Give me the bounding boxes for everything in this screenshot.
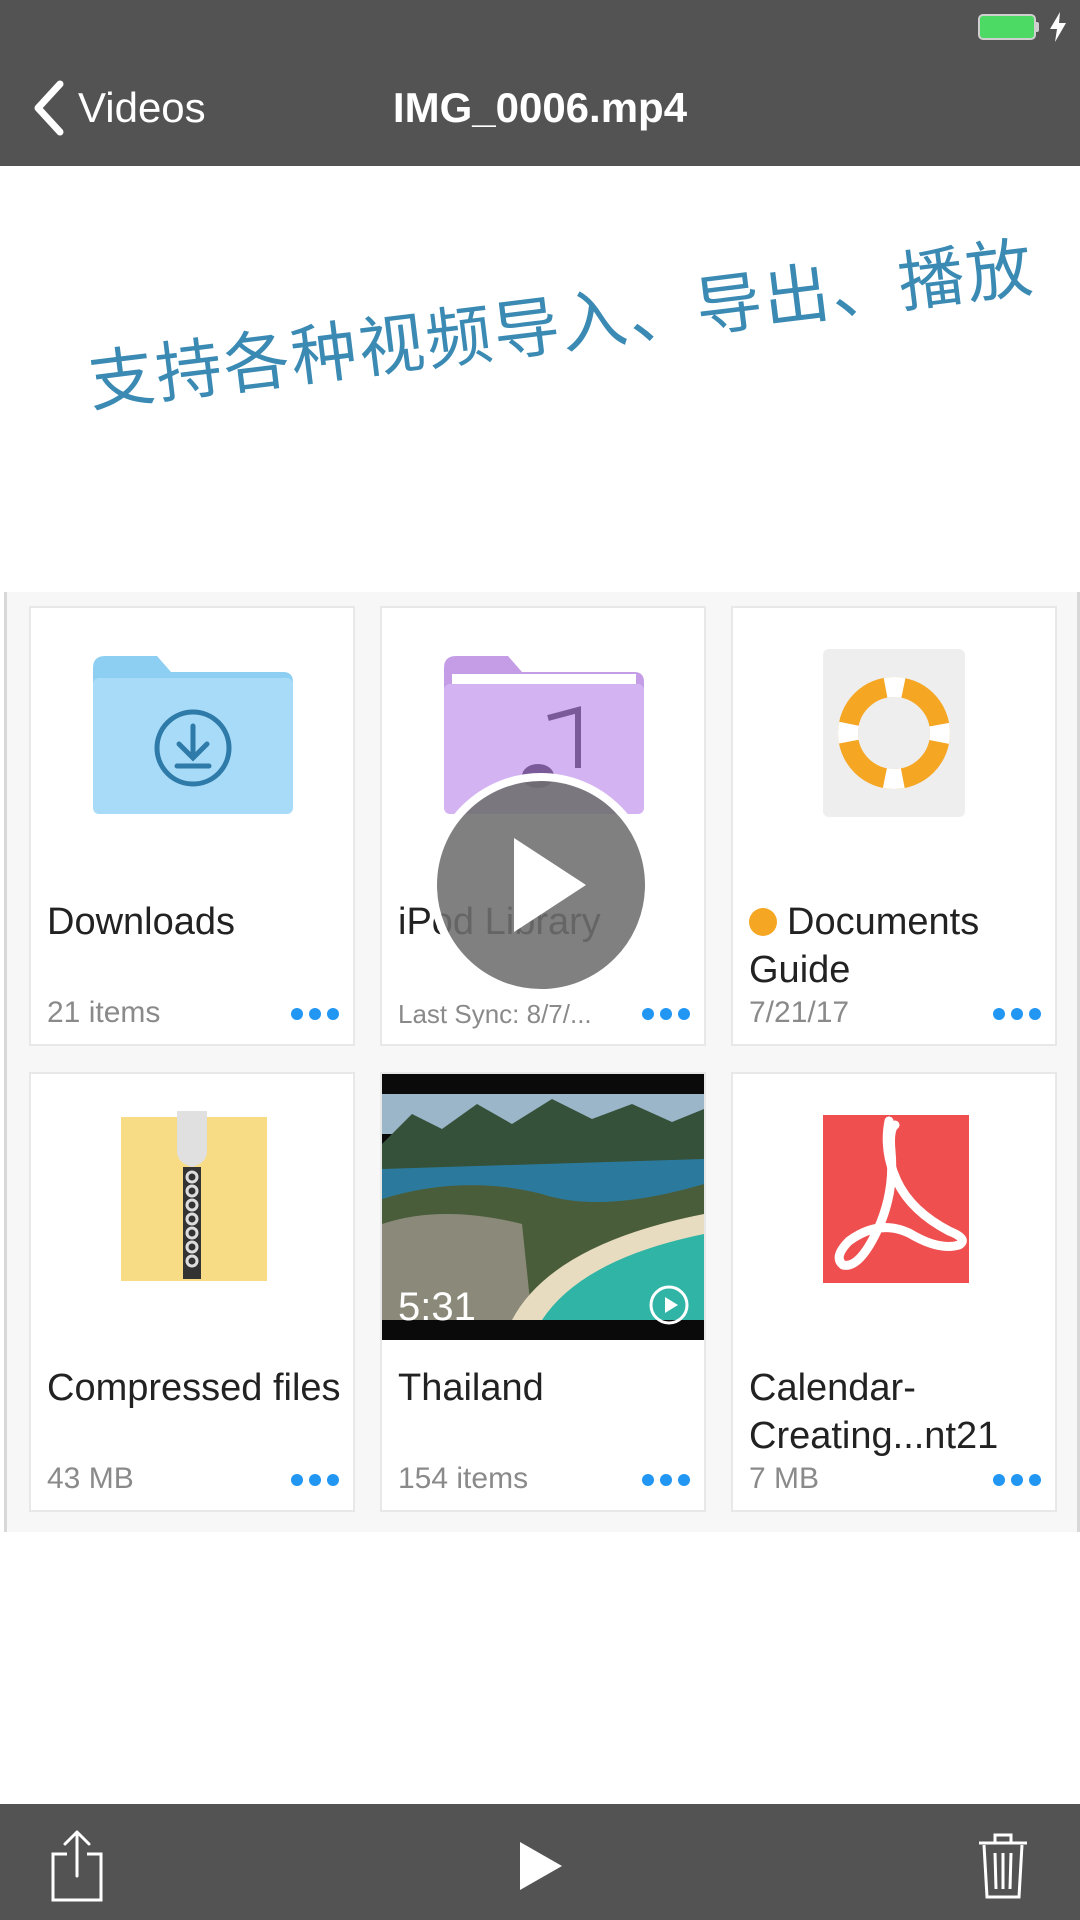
navigation-bar: Videos IMG_0006.mp4 [0, 0, 1080, 166]
file-subtitle: 43 MB [47, 1462, 134, 1495]
file-name: Thailand [398, 1367, 544, 1409]
bottom-toolbar [0, 1804, 1080, 1920]
file-card-thailand[interactable]: 5:31 Thailand 154 items [380, 1072, 706, 1512]
pdf-icon [823, 1115, 969, 1283]
page-title: IMG_0006.mp4 [392, 84, 688, 131]
file-card-documents-guide[interactable]: Documents Guide 7/21/17 [731, 606, 1057, 1046]
file-subtitle: 21 items [47, 996, 161, 1029]
file-name: Compressed files [47, 1367, 341, 1409]
more-options-icon[interactable] [993, 1008, 1041, 1022]
video-thumbnail: 5:31 [382, 1074, 704, 1340]
file-subtitle: 7 MB [749, 1462, 820, 1495]
downloads-folder-icon [93, 656, 293, 814]
file-name: Calendar-Creating...nt21 [749, 1367, 999, 1457]
tag-dot [749, 908, 777, 936]
more-options-icon[interactable] [993, 1474, 1041, 1488]
battery-icon [978, 14, 1039, 40]
file-name: Downloads [47, 901, 235, 943]
file-card-downloads[interactable]: Downloads 21 items [29, 606, 355, 1046]
more-options-icon[interactable] [642, 1008, 690, 1022]
promo-caption: 支持各种视频导入、导出、播放 [83, 229, 1039, 422]
file-subtitle: Last Sync: 8/7/... [398, 999, 592, 1029]
more-options-icon[interactable] [642, 1474, 690, 1488]
file-grid: Downloads 21 items iPod Library Last Syn… [4, 592, 1080, 1532]
file-card-compressed-files[interactable]: Compressed files 43 MB [29, 1072, 355, 1512]
more-options-icon[interactable] [291, 1474, 339, 1488]
delete-button[interactable] [968, 1828, 1038, 1904]
zip-archive-icon [121, 1111, 267, 1281]
share-icon [51, 1830, 103, 1902]
play-icon [520, 1842, 562, 1890]
share-button[interactable] [42, 1828, 112, 1904]
play-circle-icon [649, 1285, 689, 1325]
lifebuoy-icon [823, 649, 965, 817]
more-options-icon[interactable] [291, 1008, 339, 1022]
file-subtitle: 7/21/17 [749, 996, 850, 1029]
play-overlay-button[interactable] [428, 772, 654, 998]
video-duration: 5:31 [398, 1285, 476, 1329]
file-name: Documents Guide [749, 901, 980, 991]
trash-icon [979, 1833, 1027, 1899]
file-subtitle: 154 items [398, 1462, 529, 1495]
play-button[interactable] [505, 1828, 575, 1904]
file-card-calendar[interactable]: Calendar-Creating...nt21 7 MB [731, 1072, 1057, 1512]
charging-icon [1050, 12, 1066, 42]
